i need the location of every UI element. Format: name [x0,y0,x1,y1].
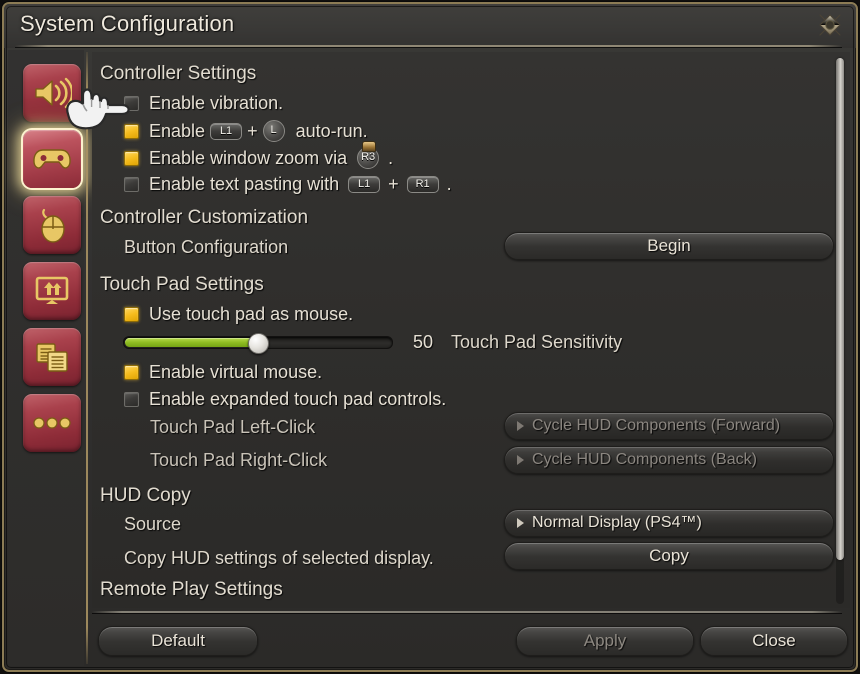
checkbox-label: Enable expanded touch pad controls. [149,389,447,409]
checkbox-enable-text-pasting[interactable]: Enable text pasting with L1 + R1 . [124,174,452,195]
sidebar [8,50,84,666]
checkbox-label: Use touch pad as mouse. [149,304,354,324]
checkbox-label-prefix: Enable window zoom via [149,147,348,168]
dropdown-value: Normal Display (PS4™) [532,514,702,531]
checkbox-enable-auto-run[interactable]: Enable L1 + L auto-run. [124,120,368,142]
checkbox-label-suffix: auto-run. [295,120,368,141]
slider-value: 50 [412,332,433,352]
vertical-scrollbar[interactable] [836,58,844,604]
title-bar: System Configuration [4,4,856,48]
label-copy-hud-settings: Copy HUD settings of selected display. [124,548,434,568]
label-source: Source [124,514,182,534]
checkbox-box[interactable] [124,307,139,322]
label-touch-pad-left-click: Touch Pad Left-Click [150,417,316,437]
checkbox-label-suffix: . [388,147,394,168]
dropdown-hud-source[interactable]: Normal Display (PS4™) [504,509,834,537]
checkbox-use-touch-pad-as-mouse[interactable]: Use touch pad as mouse. [124,304,353,325]
sidebar-item-display[interactable] [23,262,81,320]
checkbox-box[interactable] [124,177,139,192]
slider-knob[interactable] [248,332,269,354]
sidebar-divider [86,52,88,664]
slider-fill [125,338,259,347]
button-glyph-r1: R1 [406,176,439,193]
checkbox-enable-virtual-mouse[interactable]: Enable virtual mouse. [124,362,322,383]
section-heading-remote-play-settings: Remote Play Settings [100,579,283,600]
chevron-right-icon [517,421,524,431]
speaker-icon [32,76,72,110]
slider-label: Touch Pad Sensitivity [451,332,623,352]
dropdown-value: Cycle HUD Components (Back) [532,451,757,468]
checkbox-label: Enable virtual mouse. [149,362,323,382]
dropdown-value: Cycle HUD Components (Forward) [532,417,781,434]
checkbox-enable-expanded-touch-pad-controls[interactable]: Enable expanded touch pad controls. [124,389,446,410]
copy-button[interactable]: Copy [504,542,834,570]
button-glyph-left-stick: L [262,120,285,142]
dropdown-touch-pad-right-click[interactable]: Cycle HUD Components (Back) [504,446,834,474]
checkbox-box[interactable] [124,96,139,111]
close-icon[interactable] [814,11,846,42]
checkbox-enable-window-zoom[interactable]: Enable window zoom via R3 . [124,141,394,169]
section-heading-hud-copy: HUD Copy [100,485,191,506]
dropdown-touch-pad-left-click[interactable]: Cycle HUD Components (Forward) [504,412,834,440]
button-glyph-l1: L1 [348,176,381,193]
checkbox-label-suffix: . [446,174,452,194]
display-icon [34,275,70,307]
mouse-icon [35,207,69,243]
system-configuration-window: System Configuration Controller Settings… [2,2,858,672]
chevron-right-icon [517,518,524,528]
plus-symbol: + [388,174,399,194]
label-touch-pad-right-click: Touch Pad Right-Click [150,450,328,470]
sidebar-item-other[interactable] [23,394,81,452]
section-heading-controller-customization: Controller Customization [100,207,309,228]
footer-divider [92,611,842,613]
title-divider [15,45,842,47]
close-button[interactable]: Close [700,626,848,656]
begin-button[interactable]: Begin [504,232,834,260]
default-button[interactable]: Default [98,626,258,656]
section-heading-controller-settings: Controller Settings [100,63,257,84]
plus-symbol: + [247,120,258,141]
sidebar-item-mouse[interactable] [23,196,81,254]
chevron-right-icon [517,455,524,465]
checkbox-box[interactable] [124,365,139,380]
footer-bar: Default Apply Close [4,614,856,670]
scrollbar-thumb[interactable] [836,58,844,561]
settings-scroll-area[interactable]: Controller Settings Enable vibration. En… [92,52,850,608]
button-glyph-r3: R3 [357,141,380,169]
slider-track[interactable] [123,332,393,354]
checkbox-label-prefix: Enable text pasting with [149,174,340,194]
documents-icon [34,341,70,373]
gamepad-icon [32,145,72,173]
apply-button[interactable]: Apply [516,626,694,656]
checkbox-enable-vibration[interactable]: Enable vibration. [124,93,283,114]
page-title: System Configuration [20,11,235,36]
checkbox-box[interactable] [124,123,139,139]
sidebar-item-sound[interactable] [23,64,81,122]
checkbox-label-prefix: Enable [149,120,206,141]
checkbox-box[interactable] [124,150,139,166]
sidebar-item-log[interactable] [23,328,81,386]
sidebar-item-gamepad[interactable] [23,130,81,188]
checkbox-box[interactable] [124,392,139,407]
ellipsis-icon [33,416,71,430]
touch-pad-sensitivity-slider[interactable]: 50 Touch Pad Sensitivity [123,332,623,354]
section-heading-touch-pad-settings: Touch Pad Settings [100,274,264,295]
label-button-configuration: Button Configuration [124,237,289,257]
button-glyph-l1: L1 [210,122,243,140]
checkbox-label: Enable vibration. [149,93,284,113]
